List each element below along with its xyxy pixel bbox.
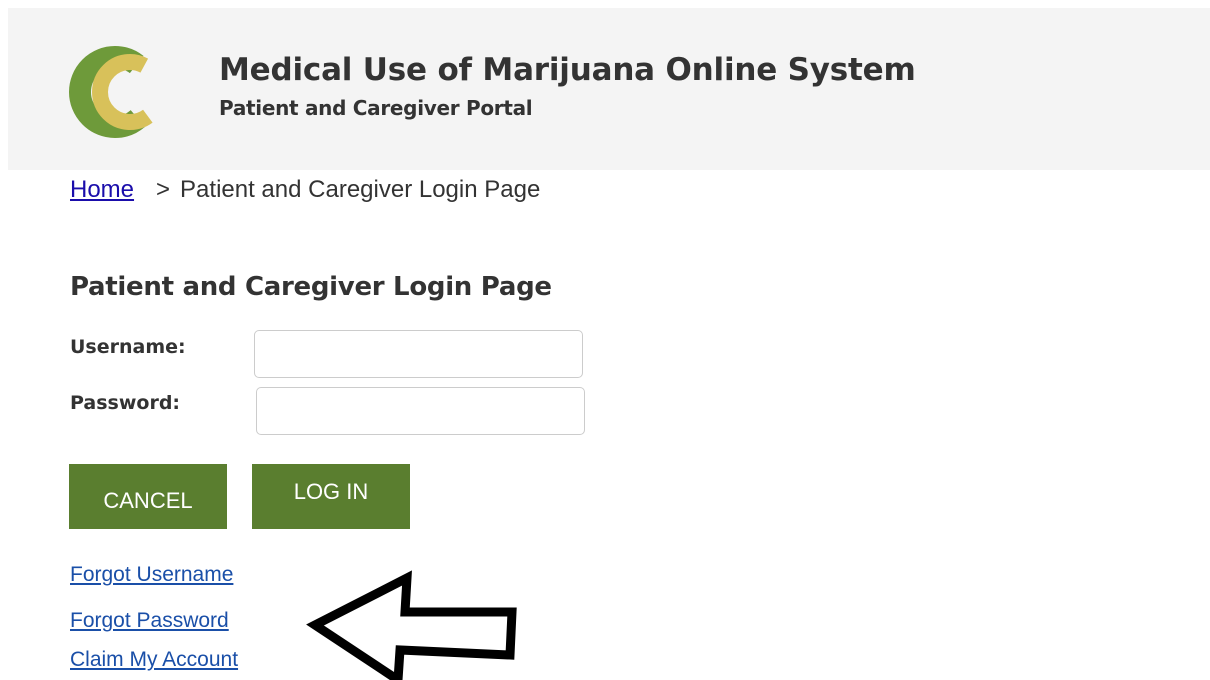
breadcrumb-home-link[interactable]: Home xyxy=(70,176,134,203)
portal-logo-icon xyxy=(69,46,168,138)
cancel-button[interactable]: CANCEL xyxy=(69,464,227,529)
breadcrumb: Home > Patient and Caregiver Login Page xyxy=(70,176,540,204)
site-title: Medical Use of Marijuana Online System xyxy=(219,52,916,88)
arrow-left-outline-icon xyxy=(306,570,517,680)
login-button[interactable]: LOG IN xyxy=(252,464,410,529)
page-title: Patient and Caregiver Login Page xyxy=(70,272,552,302)
forgot-username-link[interactable]: Forgot Username xyxy=(70,563,233,587)
breadcrumb-current: Patient and Caregiver Login Page xyxy=(180,176,541,203)
forgot-password-link[interactable]: Forgot Password xyxy=(70,609,229,633)
cancel-button-label: CANCEL xyxy=(103,487,193,513)
site-header: Medical Use of Marijuana Online System P… xyxy=(8,8,1210,170)
password-input[interactable] xyxy=(256,387,585,435)
username-input[interactable] xyxy=(254,330,583,378)
login-button-label: LOG IN xyxy=(293,478,369,504)
password-label: Password: xyxy=(70,392,181,414)
claim-account-link[interactable]: Claim My Account xyxy=(70,648,238,672)
breadcrumb-separator: > xyxy=(156,176,171,203)
username-label: Username: xyxy=(70,336,186,358)
site-subtitle: Patient and Caregiver Portal xyxy=(219,96,533,120)
